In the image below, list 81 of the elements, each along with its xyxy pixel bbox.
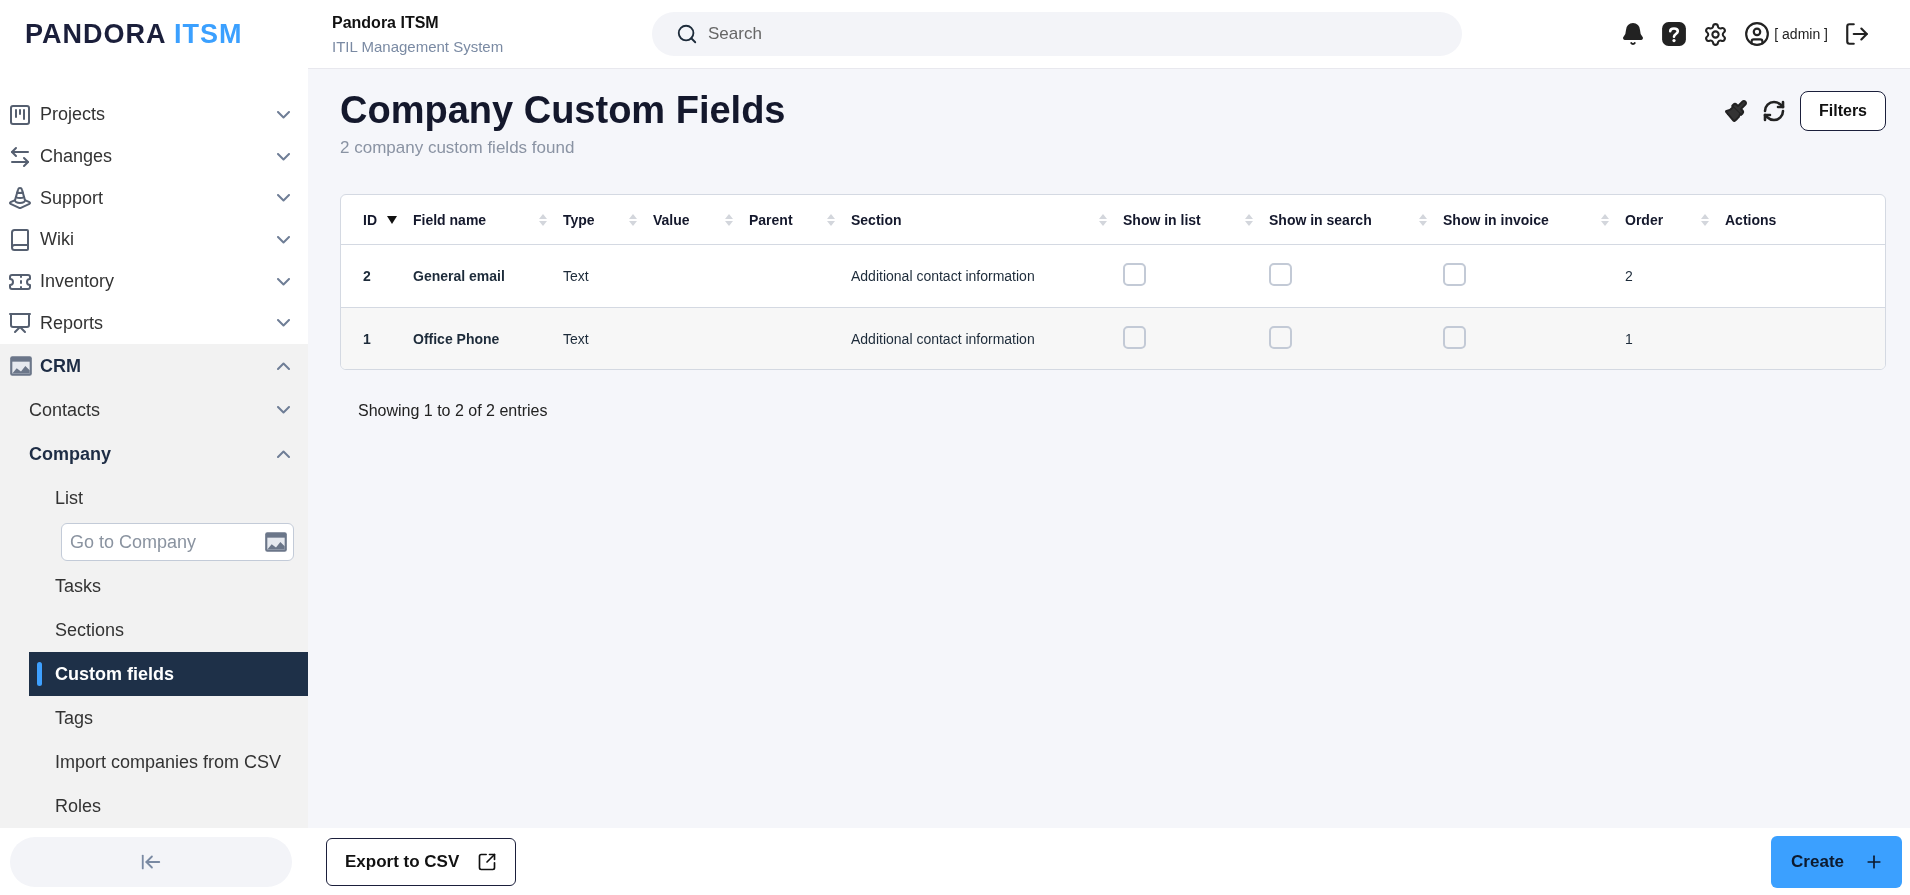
column-header[interactable]: Show in list	[1123, 211, 1201, 228]
sidebar-item[interactable]: Company	[0, 432, 308, 477]
export-csv-button[interactable]: Export to CSV	[326, 837, 517, 886]
sort-icon[interactable]	[629, 213, 637, 226]
column-header[interactable]: Field name	[413, 211, 487, 228]
sort-icon[interactable]	[725, 213, 733, 226]
settings-icon[interactable]	[1703, 21, 1729, 47]
column-header[interactable]: Actions	[1725, 211, 1777, 228]
search-field[interactable]: Search	[652, 12, 1462, 56]
logo: PANDORA ITSM	[24, 18, 244, 50]
checkbox[interactable]	[1123, 325, 1146, 349]
go-to-company-field[interactable]: Go to Company	[61, 523, 294, 562]
sidebar-item[interactable]: Inventory	[0, 260, 308, 303]
sidebar-item[interactable]: Custom fields	[29, 652, 308, 697]
sort-icon[interactable]	[1099, 213, 1107, 226]
notifications-icon[interactable]	[1621, 22, 1646, 46]
sort-icon[interactable]	[1245, 213, 1253, 226]
column-header[interactable]: Show in invoice	[1443, 211, 1549, 228]
collapse-sidebar-button[interactable]	[10, 836, 292, 887]
table-cell-text: 2	[362, 267, 372, 286]
book-icon	[8, 227, 32, 252]
column-header[interactable]: Order	[1625, 211, 1664, 228]
page-title: Company Custom Fields	[340, 89, 787, 132]
sidebar-item[interactable]: Import companies from CSV	[29, 740, 308, 785]
table-cell-text: General email	[412, 267, 506, 286]
sidebar-item[interactable]: Tags	[29, 696, 308, 741]
checkbox[interactable]	[1443, 263, 1466, 286]
page-subtitle: 2 company custom fields found	[340, 138, 576, 158]
table-cell: Office Phone	[403, 307, 553, 369]
checkbox[interactable]	[1269, 325, 1292, 349]
checkbox[interactable]	[1123, 263, 1146, 286]
user-icon	[1744, 21, 1771, 47]
table-info: Showing 1 to 2 of 2 entries	[358, 402, 549, 420]
sidebar-item[interactable]: Wiki	[0, 219, 308, 261]
external-link-icon	[477, 851, 498, 872]
create-button[interactable]: Create	[1771, 835, 1902, 888]
column-header[interactable]: Show in search	[1269, 211, 1372, 228]
checkbox[interactable]	[1269, 263, 1292, 286]
column-header[interactable]: Parent	[749, 211, 793, 228]
arrows-icon	[8, 144, 32, 169]
traffic-cone-icon	[8, 186, 32, 211]
column-header[interactable]: ID	[363, 211, 377, 228]
sidebar-item[interactable]: List	[29, 476, 308, 521]
sort-icon[interactable]	[1419, 213, 1427, 226]
refresh-icon[interactable]	[1762, 99, 1786, 123]
checkbox[interactable]	[1443, 325, 1466, 349]
table-cell: 1	[341, 307, 403, 369]
sort-icon[interactable]	[539, 213, 547, 226]
table-cell: 1	[1615, 307, 1715, 369]
sidebar-item[interactable]: Roles	[29, 784, 308, 828]
sort-icon[interactable]	[827, 213, 835, 226]
app-title: Pandora ITSM	[332, 13, 440, 32]
kanban-icon	[8, 102, 32, 127]
table-cell: Text	[553, 307, 643, 369]
sidebar-item[interactable]: Reports	[0, 302, 308, 345]
sidebar-item[interactable]: Support	[0, 177, 308, 219]
table-cell-text: 2	[1624, 267, 1634, 286]
sort-icon[interactable]	[1701, 213, 1709, 226]
sidebar-item[interactable]: CRM	[0, 344, 308, 389]
help-icon[interactable]	[1661, 21, 1688, 47]
presentation-icon	[8, 311, 32, 336]
brush-icon[interactable]	[1724, 99, 1748, 123]
column-header[interactable]: Section	[851, 211, 902, 228]
sidebar-item[interactable]: Tasks	[29, 564, 308, 609]
sort-icon[interactable]	[1601, 213, 1609, 226]
sort-descending-icon[interactable]	[387, 215, 397, 224]
app-subtitle: ITIL Management System	[332, 37, 505, 55]
logout-icon[interactable]	[1844, 21, 1870, 47]
column-header[interactable]: Value	[653, 211, 690, 228]
table-cell-text: Additional contact information	[850, 267, 1036, 286]
column-header[interactable]: Type	[563, 211, 595, 228]
sidebar-item[interactable]: Changes	[0, 135, 308, 178]
table-cell-text: Text	[562, 267, 590, 286]
table-cell: Additional contact information	[841, 307, 1113, 369]
sidebar-item[interactable]: Contacts	[0, 388, 308, 433]
user-menu[interactable]: [ admin ]	[1744, 21, 1828, 47]
sidebar-item[interactable]: Sections	[29, 608, 308, 653]
filters-button[interactable]: Filters	[1800, 91, 1886, 131]
sidebar-item[interactable]: Projects	[0, 94, 308, 136]
search-icon	[676, 23, 698, 45]
active-indicator	[37, 662, 42, 687]
